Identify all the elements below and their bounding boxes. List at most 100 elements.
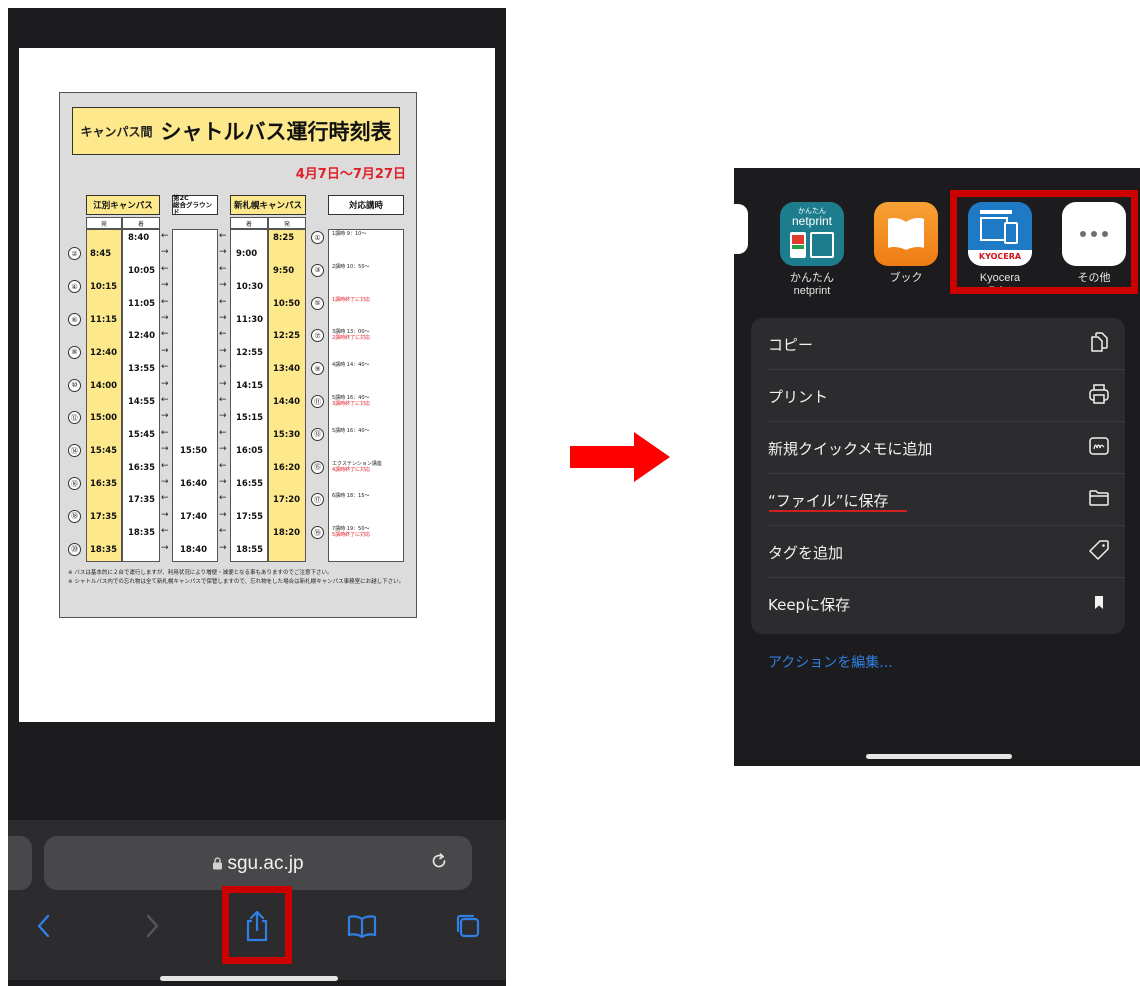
ebetsu-arrival-time: 10:05	[128, 265, 156, 276]
arrow-left-icon: ←	[219, 263, 227, 274]
arrow-right-icon: →	[161, 542, 169, 553]
lecture-note: 2講時終了に対応	[332, 335, 371, 342]
header-shin-sapporo: 新札幌キャンパス	[230, 195, 306, 215]
shuttle-timetable: キャンパス間 シャトルバス運行時刻表 4月7日～7月27日 江別キャンパス 第2…	[59, 92, 417, 618]
shin-arrival-time: 15:15	[236, 413, 264, 424]
trip-number-even: ⑱	[68, 509, 81, 523]
shin-departure-time: 15:30	[273, 429, 301, 440]
lecture-time: 2講時 10：50～	[332, 263, 370, 270]
menu-item-save-to-files[interactable]: “ファイル”に保存	[751, 474, 1125, 526]
timetable-title-small: キャンパス間	[80, 124, 153, 139]
shin-arrival-time: 14:15	[236, 380, 264, 391]
arrow-left-icon: ←	[161, 427, 169, 438]
ebetsu-departure-time: 17:35	[90, 511, 118, 522]
trip-number-even: ②	[68, 247, 81, 261]
arrow-right-icon: →	[219, 477, 227, 487]
forward-button[interactable]	[132, 906, 172, 946]
apps-highlight	[950, 190, 1138, 294]
trip-number-odd: ⑨	[311, 362, 324, 376]
print-icon	[1089, 384, 1109, 404]
ebetsu-departure-time: 16:35	[90, 479, 118, 489]
arrow-right-icon: →	[219, 378, 227, 389]
app-label-netprint: かんたん netprint	[790, 272, 834, 297]
address-bar[interactable]: sgu.ac.jp	[44, 836, 472, 890]
arrow-right-icon: →	[219, 542, 227, 553]
app-netprint[interactable]: かんたん netprint かんたん netprint	[780, 202, 844, 298]
app-label-books: ブック	[889, 272, 923, 284]
trip-number-odd: ⑲	[311, 526, 324, 540]
trip-number-odd: ③	[311, 263, 324, 277]
menu-label-copy: コピー	[768, 336, 814, 354]
menu-item-keep[interactable]: Keepに保存	[751, 578, 1125, 630]
shin-arrival-time: 18:55	[236, 544, 264, 555]
trip-number-odd: ⑤	[311, 296, 324, 310]
arrow-right-icon: →	[219, 280, 227, 291]
trip-number-even: ⑭	[68, 444, 81, 458]
trip-number-even: ⑥	[68, 313, 81, 326]
address-text: sgu.ac.jp	[44, 853, 472, 875]
ebetsu-arrival-time: 13:55	[128, 364, 156, 375]
menu-item-copy[interactable]: コピー	[751, 318, 1125, 370]
menu-label-save-to-files: “ファイル”に保存	[768, 492, 889, 510]
shin-departure-time: 9:50	[273, 265, 295, 276]
edit-actions-link[interactable]: アクションを編集...	[768, 652, 893, 672]
lecture-info: 3講時 13：00～ 2講時終了に対応	[332, 329, 404, 341]
lecture-info: 6講時 18：15～	[332, 493, 404, 499]
lecture-info: 1講時終了に対応	[332, 297, 404, 303]
app-books[interactable]: ブック	[874, 202, 938, 285]
arrow-left-icon: ←	[161, 231, 169, 241]
tabs-button[interactable]	[448, 906, 488, 946]
shin-arrival-time: 17:55	[236, 511, 264, 522]
copy-icon	[1091, 332, 1108, 352]
lecture-note: 1講時終了に対応	[332, 296, 371, 303]
left-phone-screenshot: キャンパス間 シャトルバス運行時刻表 4月7日～7月27日 江別キャンパス 第2…	[8, 8, 506, 986]
arrow-right-icon: →	[219, 313, 227, 323]
arrow-left-icon: ←	[161, 460, 169, 471]
previous-app-stub[interactable]	[734, 204, 748, 254]
timetable-notes: ※ バスは基本的に２台で運行しますが、利用状況により増便・減便となる事もあります…	[68, 569, 412, 587]
sub-ebetsu-dep: 発	[86, 217, 122, 229]
ebetsu-arrival-time: 14:55	[128, 397, 156, 407]
header-lecture: 対応講時	[328, 195, 404, 215]
ebetsu-departure-time: 11:15	[90, 315, 118, 325]
timetable-date-range: 4月7日～7月27日	[295, 167, 406, 182]
note-1: ※ バスは基本的に２台で運行しますが、利用状況により増便・減便となる事もあります…	[68, 570, 333, 576]
back-button[interactable]	[24, 906, 64, 946]
menu-item-print[interactable]: プリント	[751, 370, 1125, 422]
previous-tab-stub[interactable]	[8, 836, 32, 890]
right-phone-share-sheet: かんたん netprint かんたん netprint ブック KYOCERA …	[734, 168, 1140, 766]
lecture-time: 1講時 9：10～	[332, 231, 367, 237]
bookmarks-button[interactable]	[342, 906, 382, 946]
trip-number-even: ⑯	[68, 477, 81, 490]
lecture-note: 4講時終了に対応	[332, 466, 371, 473]
arrow-right-icon: →	[161, 378, 169, 389]
netprint-icon: かんたん netprint	[780, 202, 844, 266]
home-indicator	[160, 976, 338, 981]
ebetsu-departure-time: 8:45	[90, 249, 112, 260]
sub-shin-dep: 発	[268, 217, 306, 229]
shin-departure-time: 18:20	[273, 528, 301, 539]
menu-item-quick-note[interactable]: 新規クイックメモに追加	[751, 422, 1125, 474]
shin-arrival-time: 11:30	[236, 315, 264, 325]
lecture-info: エクステンション講座 4講時終了に対応	[332, 461, 404, 473]
menu-item-add-tag[interactable]: タグを追加	[751, 526, 1125, 578]
arrow-left-icon: ←	[219, 362, 227, 373]
reload-icon[interactable]	[428, 850, 450, 872]
arrow-left-icon: ←	[161, 493, 169, 504]
save-to-files-underline	[769, 510, 907, 512]
arrow-left-icon: ←	[219, 329, 227, 340]
col-ebetsu-arr	[122, 229, 160, 562]
arrow-right-icon: →	[161, 477, 169, 487]
lecture-info: 7講時 19：50～ 5講時終了に対応	[332, 526, 404, 538]
timetable-title: シャトルバス運行時刻表	[160, 120, 392, 144]
shin-arrival-time: 10:30	[236, 282, 264, 293]
ground-time: 16:40	[180, 479, 208, 489]
arrow-left-icon: ←	[219, 460, 227, 471]
url-text: sgu.ac.jp	[227, 853, 304, 874]
sub-shin-arr: 着	[230, 217, 268, 229]
lecture-time: 5講時 16：40～	[332, 427, 370, 434]
arrow-left-icon: ←	[219, 427, 227, 438]
ebetsu-arrival-time: 17:35	[128, 495, 156, 506]
timetable-grid: 江別キャンパス 第2C 総合グラウンド 新札幌キャンパス 対応講時 発 着 着 …	[60, 194, 418, 562]
trip-number-odd: ⑰	[311, 493, 324, 507]
